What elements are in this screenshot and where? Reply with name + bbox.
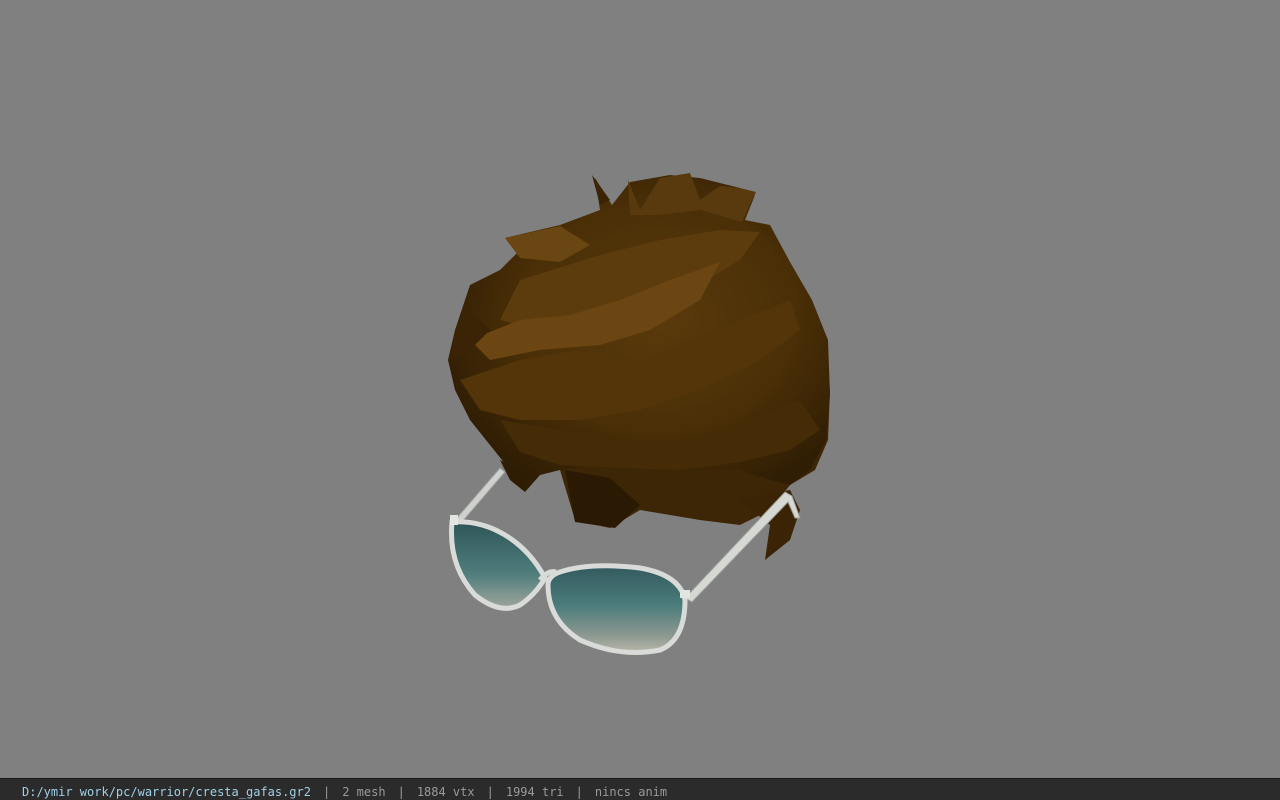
glasses-lens-right xyxy=(545,563,688,655)
glasses-hinge-left xyxy=(450,515,458,525)
mesh-count-label: 2 mesh xyxy=(342,785,386,799)
glasses-temple-left xyxy=(454,467,506,523)
glasses-hinge-right xyxy=(680,590,690,598)
file-path-label: D:/ymir work/pc/warrior/cresta_gafas.gr2 xyxy=(22,785,311,799)
status-separator: | xyxy=(575,785,583,799)
hair-mesh xyxy=(448,173,830,560)
triangle-count-label: 1994 tri xyxy=(505,785,564,799)
status-separator: | xyxy=(486,785,494,799)
status-separator: | xyxy=(322,785,331,799)
vertex-count-label: 1884 vtx xyxy=(416,785,475,799)
animation-label: nincs anim xyxy=(594,785,668,799)
status-separator: | xyxy=(397,785,405,799)
glasses-lens-left xyxy=(449,519,548,611)
model-render xyxy=(448,173,830,655)
hair-spike-1 xyxy=(592,175,610,205)
3d-viewport[interactable] xyxy=(0,0,1280,778)
status-bar: D:/ymir work/pc/warrior/cresta_gafas.gr2… xyxy=(0,778,1280,800)
